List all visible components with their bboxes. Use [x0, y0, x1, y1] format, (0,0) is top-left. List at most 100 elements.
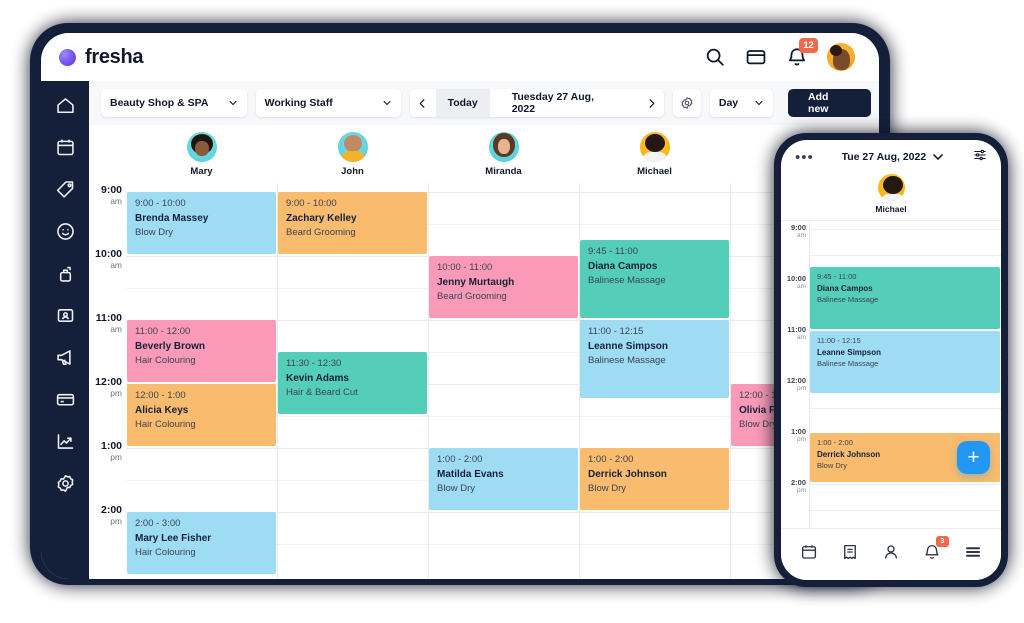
appointment-client: Matilda Evans [437, 468, 504, 480]
appointment-client: Brenda Massey [135, 212, 209, 224]
phone-date-selector[interactable]: Tue 27 Aug, 2022 [822, 150, 965, 164]
appointment-time: 11:00 - 12:15 [817, 336, 861, 345]
phone-time-label: 2:00 pm [790, 478, 806, 494]
phone-grid-line [810, 407, 1001, 409]
phone-nav-more[interactable] [964, 543, 982, 561]
avatar[interactable] [827, 43, 855, 71]
sidebar-item-home[interactable] [55, 95, 76, 116]
add-appointment-fab[interactable]: + [957, 441, 990, 474]
staff-select[interactable]: Working Staff [255, 89, 402, 117]
sidebar-item-calendar[interactable] [55, 137, 76, 158]
brand-logo[interactable]: fresha [59, 45, 144, 69]
appointment-card[interactable]: 2:00 - 3:00 Mary Lee Fisher Hair Colouring [127, 512, 276, 574]
appointment-service: Balinese Massage [588, 354, 666, 366]
time-label: 12:00 pm [95, 376, 122, 398]
appointment-time: 9:00 - 10:00 [135, 198, 186, 209]
sidebar-item-reports[interactable] [55, 431, 76, 452]
view-select[interactable]: Day [709, 89, 774, 117]
avatar [337, 132, 368, 162]
sidebar-item-sales[interactable] [55, 179, 76, 200]
ellipsis-icon[interactable]: ••• [795, 150, 814, 165]
appointment-client: Diana Campos [817, 283, 873, 293]
current-date-label[interactable]: Tuesday 27 Aug, 2022 [490, 89, 639, 117]
sidebar-item-team[interactable] [55, 305, 76, 326]
staff-column-header[interactable]: Michael [579, 125, 730, 183]
topbar-actions: 12 [704, 38, 855, 71]
appointment-time: 2:00 - 3:00 [135, 518, 181, 529]
notifications-button[interactable]: 12 [786, 38, 818, 68]
gear-icon [681, 97, 693, 109]
phone-grid-line [810, 484, 1001, 485]
time-label: 11:00 am [95, 312, 122, 334]
phone-appointment-card[interactable]: 9:45 - 11:00 Diana Campos Balinese Massage [810, 267, 1000, 329]
appointment-service: Blow Dry [437, 482, 476, 494]
phone-calendar-column[interactable]: 9:45 - 11:00 Diana Campos Balinese Massage… [809, 221, 1001, 539]
staff-column-header[interactable]: John [277, 125, 428, 183]
appointment-card[interactable]: 9:00 - 10:00 Zachary Kelley Beard Grooming [278, 192, 427, 254]
today-button[interactable]: Today [435, 89, 490, 117]
time-axis: 9:00 am 10:00 am 11:00 am 12:00 pm 1:00 pm 2:00 pm [89, 183, 126, 579]
phone-grid-line [810, 229, 1001, 230]
grid-column-divider [730, 183, 731, 579]
appointment-card[interactable]: 1:00 - 2:00 Matilda Evans Blow Dry [429, 448, 578, 510]
appointment-service: Hair & Beard Cut [286, 386, 358, 398]
appointment-service: Hair Colouring [135, 418, 196, 430]
appointment-card[interactable]: 9:45 - 11:00 Diana Campos Balinese Massage [580, 240, 729, 318]
appointment-service: Balinese Massage [817, 295, 879, 305]
appointment-client: Leanne Simpson [817, 347, 882, 357]
brand-name: fresha [85, 45, 144, 68]
appointment-service: Hair Colouring [135, 354, 196, 366]
phone-time-label: 9:00 am [790, 223, 806, 239]
staff-name: John [341, 166, 364, 177]
sidebar-item-settings[interactable] [55, 473, 76, 494]
chevron-right-icon [649, 98, 655, 108]
phone-appointment-card[interactable]: 11:00 - 12:15 Leanne Simpson Balinese Mass… [810, 331, 1000, 393]
phone-nav-calendar[interactable] [800, 543, 818, 561]
sidebar-item-products[interactable] [55, 263, 76, 284]
appointment-time: 1:00 - 2:00 [588, 454, 634, 465]
appointment-client: Diana Campos [588, 260, 658, 272]
phone-filter-button[interactable] [973, 148, 987, 167]
chevron-down-icon [933, 154, 944, 160]
calendar-settings-button[interactable] [673, 89, 701, 117]
appointment-card[interactable]: 12:00 - 1:00 Alicia Keys Hair Colouring [127, 384, 276, 446]
phone-nav-clients[interactable] [882, 543, 900, 561]
appointment-card[interactable]: 1:00 - 2:00 Derrick Johnson Blow Dry [580, 448, 729, 510]
menu-icon [965, 546, 980, 557]
prev-day-button[interactable] [410, 89, 435, 117]
phone-time-label: 12:00 pm [786, 376, 806, 392]
appointment-card[interactable]: 11:30 - 12:30 Kevin Adams Hair & Beard Cut [278, 352, 427, 414]
sidebar-item-payments[interactable] [55, 389, 76, 410]
sidebar-item-clients[interactable] [55, 221, 76, 242]
staff-column-header[interactable]: Miranda [428, 125, 579, 183]
calendar-columns[interactable]: 9:00 - 10:00 Brenda Massey Blow Dry 11:00 -… [126, 183, 879, 579]
time-label: 9:00 am [100, 184, 122, 206]
chevron-down-icon [229, 101, 237, 105]
appointment-card[interactable]: 9:00 - 10:00 Brenda Massey Blow Dry [127, 192, 276, 254]
phone-screen: ••• Tue 27 Aug, 2022 Michael 9:00 am 10:00… [781, 140, 1001, 580]
next-day-button[interactable] [639, 89, 664, 117]
appointment-card[interactable]: 10:00 - 11:00 Jenny Murtaugh Beard Groomin… [429, 256, 578, 318]
add-new-button[interactable]: Add new [788, 89, 872, 117]
shop-select[interactable]: Beauty Shop & SPA [101, 89, 247, 117]
staff-column-header[interactable]: Mary [126, 125, 277, 183]
appointment-time: 11:00 - 12:15 [588, 326, 644, 337]
phone-grid-line [810, 509, 1001, 511]
search-icon[interactable] [704, 46, 726, 68]
phone-calendar[interactable]: 9:00 am 10:00 am 11:00 am 12:00 pm 1:00 pm 2:00 pm … [781, 220, 1001, 539]
appointment-card[interactable]: 11:00 - 12:15 Leanne Simpson Balinese Mass… [580, 320, 729, 398]
phone-grid-line [810, 254, 1001, 256]
staff-header-row: Mary John Miranda Michael [89, 125, 879, 183]
app-topbar: fresha 12 [41, 33, 879, 81]
sidebar-item-marketing[interactable] [55, 347, 76, 368]
phone-topbar: ••• Tue 27 Aug, 2022 [781, 140, 1001, 174]
view-select-label: Day [718, 97, 739, 109]
date-navigator: Today Tuesday 27 Aug, 2022 [410, 89, 665, 117]
appointment-card[interactable]: 11:00 - 12:00 Beverly Brown Hair Colouring [127, 320, 276, 382]
avatar [639, 132, 670, 162]
wallet-icon[interactable] [745, 46, 767, 68]
phone-nav-sales[interactable] [841, 543, 859, 561]
phone-nav-notifications[interactable]: 3 [923, 535, 949, 561]
calendar-grid[interactable]: 9:00 am 10:00 am 11:00 am 12:00 pm 1:00 pm 2:00 pm … [89, 183, 879, 579]
staff-name: Mary [190, 166, 213, 177]
